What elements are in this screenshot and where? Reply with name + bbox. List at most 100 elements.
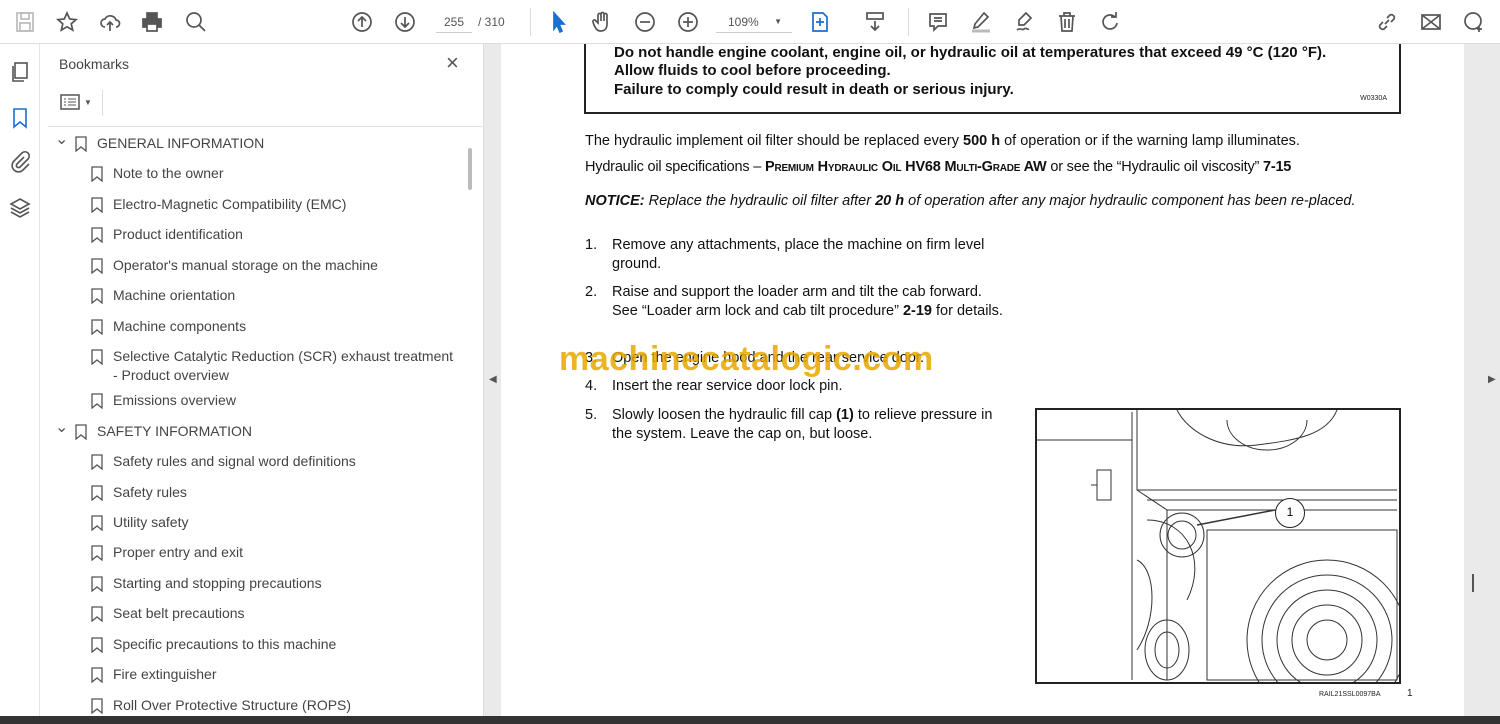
bookmark-label: Emissions overview	[113, 392, 236, 408]
bookmark-item[interactable]: Roll Over Protective Structure (ROPS)	[91, 696, 352, 715]
bookmark-label: GENERAL INFORMATION	[97, 135, 265, 151]
draw-signature-icon[interactable]	[1011, 9, 1037, 35]
bookmark-label: Electro-Magnetic Compatibility (EMC)	[113, 196, 347, 212]
text: of operation after any major hydraulic c…	[904, 193, 1356, 209]
add-user-icon[interactable]	[1461, 9, 1487, 35]
comment-icon[interactable]	[925, 9, 951, 35]
text: Replace the hydraulic oil filter after	[644, 193, 876, 209]
bookmark-icon	[91, 197, 103, 213]
chevron-down-icon: ▼	[84, 97, 92, 107]
bookmark-item[interactable]: Machine orientation	[91, 286, 235, 305]
bookmark-item[interactable]: Selective Catalytic Reduction (SCR) exha…	[91, 347, 458, 385]
page-fit-icon[interactable]	[807, 9, 833, 35]
share-link-icon[interactable]	[1374, 9, 1400, 35]
star-icon[interactable]	[54, 9, 80, 35]
bookmark-icon	[91, 545, 103, 561]
bookmark-label: Specific precautions to this machine	[113, 636, 337, 652]
zoom-select[interactable]: 109% ▼	[716, 11, 792, 33]
print-icon[interactable]	[139, 9, 165, 35]
bookmark-item[interactable]: Safety rules and signal word definitions	[91, 452, 356, 471]
bookmark-label: Safety rules and signal word definitions	[113, 453, 356, 469]
previous-page-icon[interactable]	[349, 9, 375, 35]
select-cursor-icon[interactable]	[546, 9, 572, 35]
upload-cloud-icon[interactable]	[97, 9, 123, 35]
close-icon[interactable]: ×	[446, 50, 459, 76]
bookmark-icon	[91, 227, 103, 243]
bookmark-item[interactable]: Specific precautions to this machine	[91, 635, 337, 654]
rotate-icon[interactable]	[1097, 9, 1123, 35]
bookmark-item[interactable]: Safety rules	[91, 483, 187, 502]
step-item: 4. Insert the rear service door lock pin.	[585, 377, 1005, 396]
highlight-pen-icon[interactable]	[968, 9, 994, 35]
zoom-in-icon[interactable]	[675, 9, 701, 35]
bookmarks-panel: Bookmarks × ▼ ⌄ GENERAL INFORMATION Note t…	[40, 44, 484, 724]
bookmark-panel-icon[interactable]	[8, 106, 32, 130]
warning-code: W0330A	[1360, 95, 1387, 102]
bookmark-label: Note to the owner	[113, 165, 224, 181]
hand-tool-icon[interactable]	[589, 9, 615, 35]
bookmark-section[interactable]: ⌄ GENERAL INFORMATION	[55, 131, 265, 153]
bookmark-options-button[interactable]: ▼	[60, 94, 92, 110]
bookmark-icon	[91, 637, 103, 653]
bookmark-icon	[91, 454, 103, 470]
pages-thumbnail-icon[interactable]	[8, 60, 32, 84]
engine-figure: 1	[1035, 408, 1408, 721]
bookmark-item[interactable]: Proper entry and exit	[91, 543, 243, 562]
step-item: 5. Slowly loosen the hydraulic fill cap (…	[585, 406, 1005, 444]
bookmark-label: Utility safety	[113, 514, 189, 530]
bookmark-item[interactable]: Emissions overview	[91, 391, 236, 410]
taskbar-edge	[0, 716, 1500, 724]
step-item: 1. Remove any attachments, place the mach…	[585, 236, 1005, 274]
bookmark-item[interactable]: Machine components	[91, 317, 246, 336]
chevron-down-icon[interactable]: ⌄	[55, 130, 68, 149]
divider	[908, 8, 909, 36]
bookmark-item[interactable]: Product identification	[91, 225, 243, 244]
page-number-input[interactable]: 255	[436, 11, 472, 33]
bookmark-item[interactable]: Electro-Magnetic Compatibility (EMC)	[91, 195, 347, 214]
bookmark-icon	[75, 136, 87, 152]
bookmark-label: Selective Catalytic Reduction (SCR) exha…	[113, 348, 454, 383]
step-text: Remove any attachments, place the machin…	[612, 237, 985, 272]
bookmark-item[interactable]: Starting and stopping precautions	[91, 574, 322, 593]
scrollbar[interactable]	[468, 148, 472, 190]
step-text: Insert the rear service door lock pin.	[612, 378, 843, 394]
chevron-down-icon: ▼	[774, 17, 782, 26]
delete-trash-icon[interactable]	[1054, 9, 1080, 35]
bookmark-label: Safety rules	[113, 484, 187, 500]
page-ref-link[interactable]: 7-15	[1263, 159, 1291, 175]
bookmark-label: Product identification	[113, 226, 243, 242]
text: (1)	[836, 407, 854, 423]
bookmark-section[interactable]: ⌄ SAFETY INFORMATION	[55, 419, 252, 441]
bookmark-icon	[91, 515, 103, 531]
bookmark-label: Seat belt precautions	[113, 605, 245, 621]
collapse-left-arrow-icon[interactable]: ◀	[489, 374, 497, 385]
bookmark-item[interactable]: Seat belt precautions	[91, 604, 245, 623]
warning-line: Failure to comply could result in death …	[614, 81, 1014, 98]
scrollbar[interactable]	[1472, 574, 1474, 592]
zoom-out-icon[interactable]	[632, 9, 658, 35]
bookmark-item[interactable]: Operator's manual storage on the machine	[91, 256, 378, 275]
next-page-icon[interactable]	[392, 9, 418, 35]
attachment-icon[interactable]	[8, 150, 32, 174]
bookmark-label: Fire extinguisher	[113, 666, 217, 682]
bookmark-label: Starting and stopping precautions	[113, 575, 322, 591]
callout-label: 1	[1275, 498, 1305, 528]
page-ref-link[interactable]: 2-19	[903, 303, 932, 319]
layers-icon[interactable]	[8, 196, 32, 220]
notice-label: NOTICE:	[585, 193, 645, 209]
divider	[48, 126, 482, 127]
bookmark-icon	[91, 393, 103, 409]
bookmark-label: Roll Over Protective Structure (ROPS)	[113, 697, 352, 713]
chevron-down-icon[interactable]: ⌄	[55, 418, 68, 437]
email-icon[interactable]	[1418, 9, 1444, 35]
save-icon[interactable]	[12, 9, 38, 35]
scroll-mode-icon[interactable]	[862, 9, 888, 35]
bookmark-item[interactable]: Fire extinguisher	[91, 665, 217, 684]
bookmark-item[interactable]: Utility safety	[91, 513, 189, 532]
expand-right-arrow-icon[interactable]: ▶	[1488, 374, 1496, 385]
bookmark-label: Operator's manual storage on the machine	[113, 257, 378, 273]
warning-line: Allow fluids to cool before proceeding.	[614, 62, 891, 79]
search-icon[interactable]	[183, 9, 209, 35]
bookmark-item[interactable]: Note to the owner	[91, 164, 224, 183]
document-viewer: ◀ ▶ Do not handle engine coolant, engine…	[484, 44, 1500, 724]
